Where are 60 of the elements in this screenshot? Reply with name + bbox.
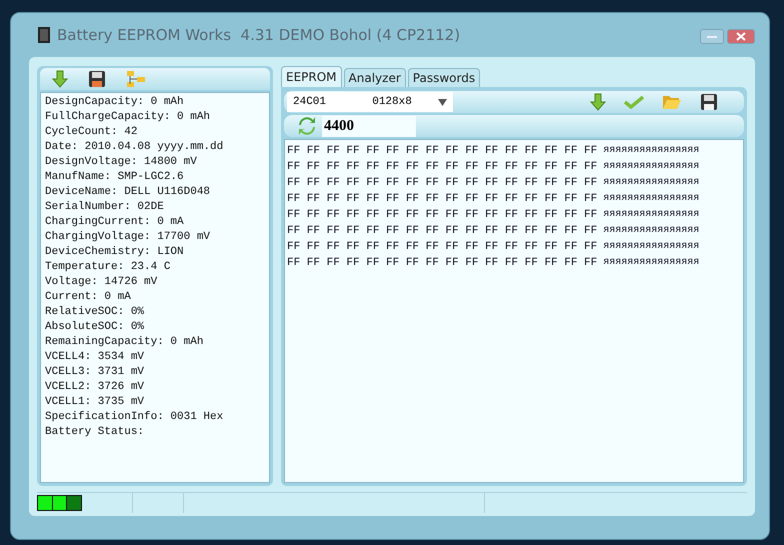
folder-icon[interactable]: [662, 94, 682, 110]
info-line: VCELL1: 3735 mV: [45, 395, 146, 410]
info-line: ChargingVoltage: 17700 mV: [45, 230, 212, 245]
hex-bytes: FF FF FF FF FF FF FF FF FF FF FF FF FF FF FF FF: [287, 224, 598, 239]
minimize-button[interactable]: [700, 29, 724, 44]
hex-bytes: FF FF FF FF FF FF FF FF FF FF FF FF FF FF FF FF: [287, 176, 598, 191]
info-line: AbsoluteSOC: 0%: [45, 320, 146, 335]
chip-dropdown[interactable]: 24C01 0128x8: [287, 92, 453, 112]
info-line: ChargingCurrent: 0 mA: [45, 215, 185, 230]
down-arrow-icon[interactable]: [52, 70, 68, 88]
hex-bytes: FF FF FF FF FF FF FF FF FF FF FF FF FF FF FF FF: [287, 256, 598, 271]
info-line: SpecificationInfo: 0031 Hex: [45, 410, 224, 425]
ascii-text: яяяяяяяяяяяяяяяя: [603, 224, 700, 238]
tab[interactable]: Passwords: [408, 68, 480, 87]
hex-bytes: FF FF FF FF FF FF FF FF FF FF FF FF FF FF FF FF: [287, 208, 598, 223]
info-line: ManufName: SMP-LGC2.6: [45, 170, 185, 185]
ascii-text: яяяяяяяяяяяяяяяя: [603, 144, 700, 158]
refresh-icon[interactable]: [298, 117, 316, 135]
hex-bytes: FF FF FF FF FF FF FF FF FF FF FF FF FF FF FF FF: [287, 240, 598, 255]
info-line: VCELL2: 3726 mV: [45, 380, 146, 395]
info-line: CycleCount: 42: [45, 125, 138, 140]
save-icon[interactable]: [700, 93, 718, 111]
info-line: DeviceName: DELL U116D048: [45, 185, 212, 200]
ascii-text: яяяяяяяяяяяяяяяя: [603, 160, 700, 174]
ascii-text: яяяяяяяяяяяяяяяя: [603, 208, 700, 222]
info-line: DeviceChemistry: LION: [45, 245, 185, 260]
checkmark-icon[interactable]: [624, 95, 644, 109]
ascii-text: яяяяяяяяяяяяяяяя: [603, 192, 700, 206]
save-icon[interactable]: [88, 70, 106, 88]
chip-icon: [37, 27, 51, 43]
close-icon: [736, 32, 746, 41]
hex-bytes: FF FF FF FF FF FF FF FF FF FF FF FF FF FF FF FF: [287, 192, 598, 207]
window-title: Battery EEPROM Works 4.31 DEMO Bohol (4 CP2112): [57, 26, 460, 44]
info-line: Voltage: 14726 mV: [45, 275, 158, 290]
tree-icon[interactable]: [126, 70, 146, 88]
info-line: Date: 2010.04.08 yyyy.mm.dd: [45, 140, 224, 155]
info-line: DesignCapacity: 0 mAh: [45, 95, 185, 110]
down-arrow-icon[interactable]: [590, 93, 606, 111]
info-line: Battery Status:: [45, 425, 146, 440]
ascii-text: яяяяяяяяяяяяяяяя: [603, 240, 700, 254]
close-button[interactable]: [727, 29, 755, 44]
info-line: RemainingCapacity: 0 mAh: [45, 335, 204, 350]
ascii-text: яяяяяяяяяяяяяяяя: [603, 176, 700, 190]
minimize-icon: [707, 34, 717, 38]
info-line: Current: 0 mA: [45, 290, 132, 305]
info-line: RelativeSOC: 0%: [45, 305, 146, 320]
address-field[interactable]: 4400: [322, 116, 416, 137]
ascii-text: яяяяяяяяяяяяяяяя: [603, 256, 700, 270]
tab[interactable]: Analyzer: [344, 68, 406, 87]
info-line: SerialNumber: 02DE: [45, 200, 165, 215]
dropdown-arrow-icon: [438, 98, 447, 106]
info-line: VCELL3: 3731 mV: [45, 365, 146, 380]
hex-bytes: FF FF FF FF FF FF FF FF FF FF FF FF FF FF FF FF: [287, 144, 598, 159]
dropdown-value: 24C01 0128x8: [293, 96, 412, 108]
info-line: FullChargeCapacity: 0 mAh: [45, 110, 212, 125]
info-line: DesignVoltage: 14800 mV: [45, 155, 198, 170]
info-line: Temperature: 23.4 C: [45, 260, 172, 275]
tab[interactable]: EEPROM: [281, 66, 342, 87]
info-line: VCELL4: 3534 mV: [45, 350, 146, 365]
hex-bytes: FF FF FF FF FF FF FF FF FF FF FF FF FF FF FF FF: [287, 160, 598, 175]
